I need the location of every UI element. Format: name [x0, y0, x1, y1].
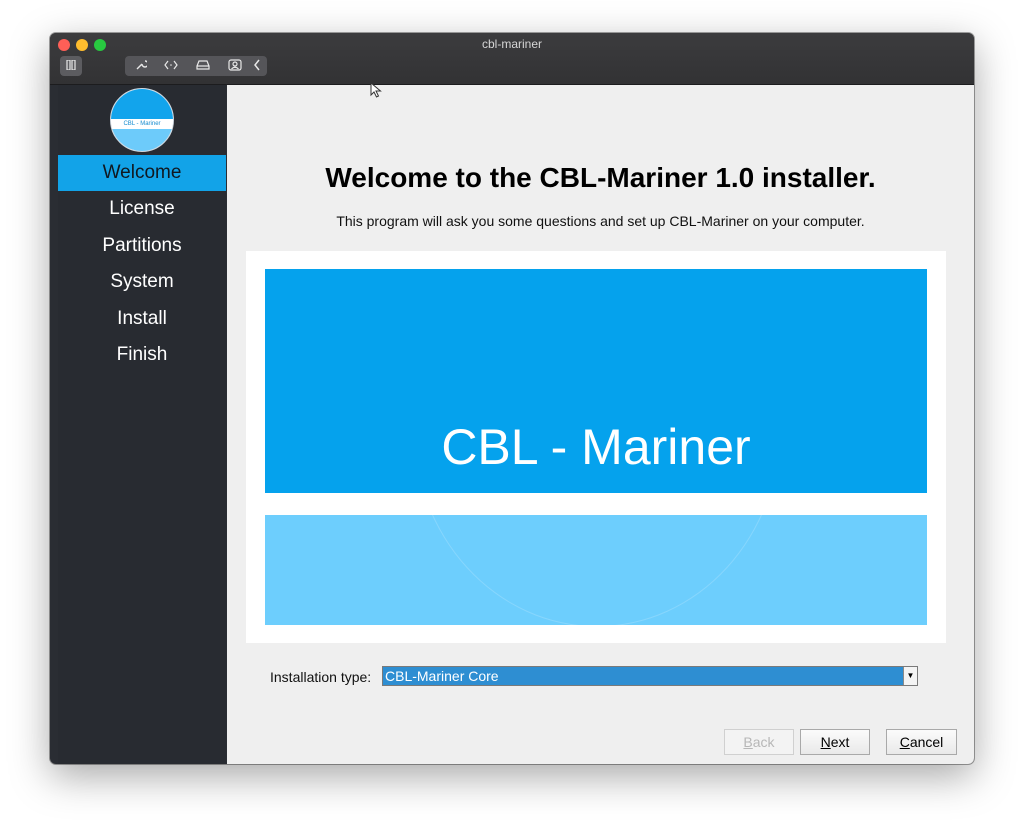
drive-button[interactable]	[189, 56, 217, 76]
shared-user-button[interactable]	[221, 56, 249, 76]
vm-toolbar-group	[125, 56, 267, 76]
installation-type-select[interactable]: CBL-Mariner Core ▼	[382, 666, 918, 686]
window-title: cbl-mariner	[481, 37, 542, 51]
wrench-icon	[136, 60, 149, 70]
title-bar[interactable]: cbl-mariner	[50, 33, 974, 85]
page-subtitle: This program will ask you some questions…	[336, 213, 865, 229]
back-button-mnemonic: B	[743, 734, 753, 750]
step-list: Welcome License Partitions System Instal…	[58, 155, 226, 373]
main-panel: Welcome to the CBL-Mariner 1.0 installer…	[227, 85, 974, 764]
banner-image: CBL - Mariner	[246, 251, 946, 643]
code-icon	[164, 60, 178, 70]
installation-type-value: CBL-Mariner Core	[385, 668, 499, 684]
dropdown-arrow-icon[interactable]: ▼	[903, 667, 917, 685]
mouse-cursor-icon	[370, 82, 382, 98]
mariner-logo: CBL - Mariner	[110, 88, 174, 152]
next-button[interactable]: Next	[800, 729, 870, 755]
sidebar: CBL - Mariner Welcome License Partitions…	[58, 85, 226, 764]
step-partitions: Partitions	[102, 234, 182, 256]
banner-bottom	[265, 515, 927, 625]
collapse-toolbar-button[interactable]	[247, 56, 267, 76]
banner-text: CBL - Mariner	[441, 419, 751, 475]
cancel-button-label: ancel	[909, 734, 944, 750]
settings-button[interactable]	[127, 56, 155, 76]
step-install: Install	[117, 307, 167, 329]
step-system: System	[110, 271, 174, 293]
step-welcome: Welcome	[58, 155, 226, 192]
cancel-button-mnemonic: C	[899, 734, 910, 750]
next-button-label: ext	[830, 734, 850, 750]
installation-type-label: Installation type:	[270, 669, 372, 685]
user-icon	[228, 59, 242, 71]
network-button[interactable]	[157, 56, 185, 76]
banner-top: CBL - Mariner	[265, 269, 927, 493]
pause-icon	[66, 59, 76, 71]
pause-button[interactable]	[60, 56, 82, 76]
next-button-mnemonic: N	[820, 734, 831, 750]
step-license: License	[109, 198, 175, 220]
back-button[interactable]: Back	[724, 729, 794, 755]
step-finish: Finish	[116, 343, 168, 365]
cancel-button[interactable]: Cancel	[886, 729, 957, 755]
installer-content: CBL - Mariner Welcome License Partitions…	[50, 85, 974, 764]
drive-icon	[196, 60, 210, 70]
back-button-label: ack	[752, 734, 775, 750]
logo-text: CBL - Mariner	[123, 121, 161, 127]
app-window: cbl-mariner CBL - Mariner Welcome Licens…	[50, 33, 974, 764]
chevron-left-icon	[254, 59, 260, 71]
page-title: Welcome to the CBL-Mariner 1.0 installer…	[325, 162, 876, 193]
